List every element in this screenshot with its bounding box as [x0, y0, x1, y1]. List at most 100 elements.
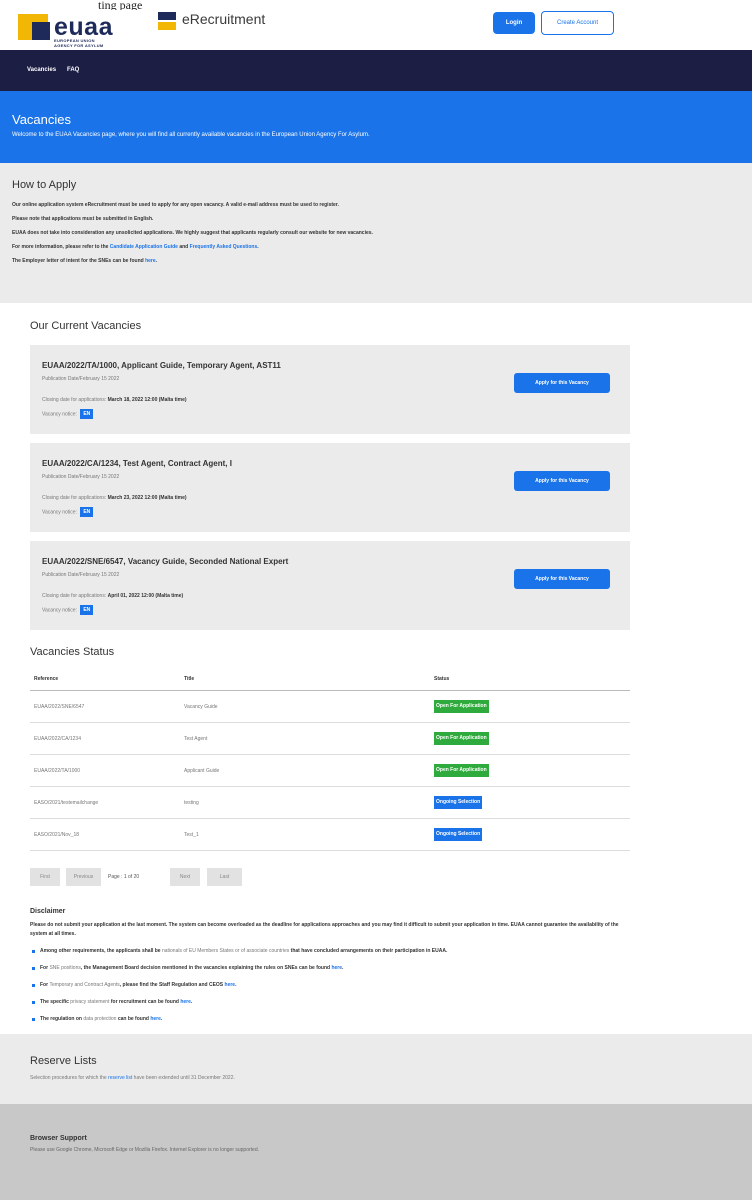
list-item: Among other requirements, the applicants… — [30, 947, 635, 956]
status-badge: Ongoing Selection — [434, 796, 483, 810]
apply-button[interactable]: Apply for this Vacancy — [514, 373, 610, 393]
col-reference[interactable]: Reference — [34, 668, 58, 690]
privacy-statement-link[interactable]: here — [180, 999, 191, 1005]
table-row: EASO/2021/Nov_18 Test_1 Ongoing Selectio… — [30, 819, 630, 851]
cell-reference: EASO/2021/testemailchange — [34, 800, 99, 806]
table-row: EASO/2021/testemailchange testing Ongoin… — [30, 787, 630, 819]
status-badge: Open For Application — [434, 700, 489, 714]
nav-faq[interactable]: FAQ — [67, 50, 79, 91]
howto-paragraph-3: EUAA does not take into consideration an… — [12, 230, 373, 236]
sne-rules-link[interactable]: here — [331, 965, 342, 971]
vacancy-card: EUAA/2022/TA/1000, Applicant Guide, Temp… — [30, 345, 630, 434]
publication-date: Publication Date/February 15 2022 — [42, 572, 120, 578]
disclaimer-list: Among other requirements, the applicants… — [30, 947, 635, 1024]
browser-support-section: Browser Support Please use Google Chrome… — [0, 1104, 752, 1200]
how-to-apply-section: How to Apply Our online application syst… — [0, 163, 752, 303]
publication-date: Publication Date/February 15 2022 — [42, 376, 120, 382]
current-vacancies-title: Our Current Vacancies — [30, 320, 142, 332]
cell-reference: EUAA/2022/TA/1000 — [34, 768, 81, 774]
data-protection-link[interactable]: here — [150, 1016, 161, 1022]
next-page-button[interactable]: Next — [170, 868, 200, 886]
notice-en-link[interactable]: EN — [80, 507, 94, 517]
disclaimer-intro: Please do not submit your application at… — [30, 922, 619, 937]
reserve-lists-text: Selection procedures for which the reser… — [30, 1075, 235, 1081]
staff-regulation-link[interactable]: here — [225, 982, 236, 988]
apply-button[interactable]: Apply for this Vacancy — [514, 471, 610, 491]
vacancies-status-title: Vacancies Status — [30, 646, 115, 658]
create-account-button[interactable]: Create Account — [541, 11, 614, 35]
table-header-row: Reference Title Status — [30, 668, 630, 691]
table-row: EUAA/2022/CA/1234 Test Agent Open For Ap… — [30, 723, 630, 755]
notice-en-link[interactable]: EN — [80, 605, 94, 615]
col-status[interactable]: Status — [434, 668, 449, 690]
reserve-list-link[interactable]: reserve list — [108, 1075, 132, 1081]
vacancies-status-table: Reference Title Status EUAA/2022/SNE/654… — [30, 668, 630, 851]
hero-text: Welcome to the EUAA Vacancies page, wher… — [12, 132, 370, 138]
last-page-button[interactable]: Last — [207, 868, 242, 886]
disclaimer-title: Disclaimer — [30, 908, 66, 915]
cell-status: Ongoing Selection — [434, 819, 483, 851]
cell-title: Applicant Guide — [184, 768, 220, 774]
closing-date: Closing date for applications: March 18,… — [42, 397, 187, 403]
reserve-lists-title: Reserve Lists — [30, 1055, 97, 1067]
cell-status: Ongoing Selection — [434, 787, 483, 819]
cell-status: Open For Application — [434, 691, 489, 723]
login-button[interactable]: Login — [493, 12, 535, 34]
cell-reference: EUAA/2022/CA/1234 — [34, 736, 81, 742]
col-title[interactable]: Title — [184, 668, 194, 690]
vacancy-card: EUAA/2022/SNE/6547, Vacancy Guide, Secon… — [30, 541, 630, 630]
list-item: For SNE positions, the Management Board … — [30, 964, 635, 973]
app-name: eRecruitment — [182, 11, 266, 27]
logo-mark-icon — [18, 14, 50, 40]
disclaimer-section: Disclaimer Please do not submit your app… — [30, 908, 635, 1032]
list-item: For Temporary and Contract Agents, pleas… — [30, 981, 635, 990]
logo-subtitle-2: AGENCY FOR ASYLUM — [54, 43, 104, 48]
browser-support-text: Please use Google Chrome, Microsoft Edge… — [30, 1147, 259, 1153]
how-to-apply-title: How to Apply — [12, 179, 77, 191]
nav-vacancies[interactable]: Vacancies — [27, 50, 56, 91]
page-title-fragment: ting page — [0, 0, 752, 10]
reserve-lists-section: Reserve Lists Selection procedures for w… — [0, 1034, 752, 1104]
apply-button[interactable]: Apply for this Vacancy — [514, 569, 610, 589]
page-info: Page : 1 of 20 — [108, 874, 140, 880]
cell-title: Test Agent — [184, 736, 208, 742]
closing-date: Closing date for applications: March 23,… — [42, 495, 187, 501]
browser-support-title: Browser Support — [30, 1135, 87, 1142]
faq-link[interactable]: Frequently Asked Questions — [190, 244, 258, 250]
vacancy-title: EUAA/2022/CA/1234, Test Agent, Contract … — [42, 459, 232, 468]
cell-title: Vacancy Guide — [184, 704, 218, 710]
vacancy-title: EUAA/2022/TA/1000, Applicant Guide, Temp… — [42, 361, 281, 370]
site-header: euaa EUROPEAN UNION AGENCY FOR ASYLUM eR… — [0, 10, 752, 50]
erecruitment-icon — [158, 12, 176, 30]
table-row: EUAA/2022/TA/1000 Applicant Guide Open F… — [30, 755, 630, 787]
list-item: The specific privacy statement for recru… — [30, 998, 635, 1007]
cell-reference: EASO/2021/Nov_18 — [34, 832, 80, 838]
employer-letter-link[interactable]: here — [145, 258, 156, 264]
status-badge: Open For Application — [434, 764, 489, 778]
table-row: EUAA/2022/SNE/6547 Vacancy Guide Open Fo… — [30, 691, 630, 723]
vacancy-notice: Vacancy notice: EN — [42, 605, 94, 615]
first-page-button[interactable]: First — [30, 868, 60, 886]
cell-status: Open For Application — [434, 755, 489, 787]
cell-title: Test_1 — [184, 832, 199, 838]
status-badge: Open For Application — [434, 732, 489, 746]
main-nav: Vacancies FAQ — [0, 50, 752, 91]
vacancy-notice: Vacancy notice: EN — [42, 409, 94, 419]
vacancy-notice: Vacancy notice: EN — [42, 507, 94, 517]
vacancy-card: EUAA/2022/CA/1234, Test Agent, Contract … — [30, 443, 630, 532]
howto-paragraph-1: Our online application system eRecruitme… — [12, 202, 339, 208]
howto-paragraph-5: The Employer letter of intent for the SN… — [12, 258, 158, 264]
howto-paragraph-2: Please note that applications must be su… — [12, 216, 154, 222]
hero-title: Vacancies — [12, 112, 72, 127]
cell-status: Open For Application — [434, 723, 489, 755]
euaa-logo[interactable]: euaa EUROPEAN UNION AGENCY FOR ASYLUM — [18, 10, 133, 50]
previous-page-button[interactable]: Previous — [66, 868, 101, 886]
cell-title: testing — [184, 800, 199, 806]
candidate-guide-link[interactable]: Candidate Application Guide — [110, 244, 178, 250]
notice-en-link[interactable]: EN — [80, 409, 94, 419]
publication-date: Publication Date/February 15 2022 — [42, 474, 120, 480]
list-item: The regulation on data protection can be… — [30, 1015, 635, 1024]
howto-paragraph-4: For more information, please refer to th… — [12, 244, 259, 250]
hero-banner: Vacancies Welcome to the EUAA Vacancies … — [0, 91, 752, 163]
status-badge: Ongoing Selection — [434, 828, 483, 842]
